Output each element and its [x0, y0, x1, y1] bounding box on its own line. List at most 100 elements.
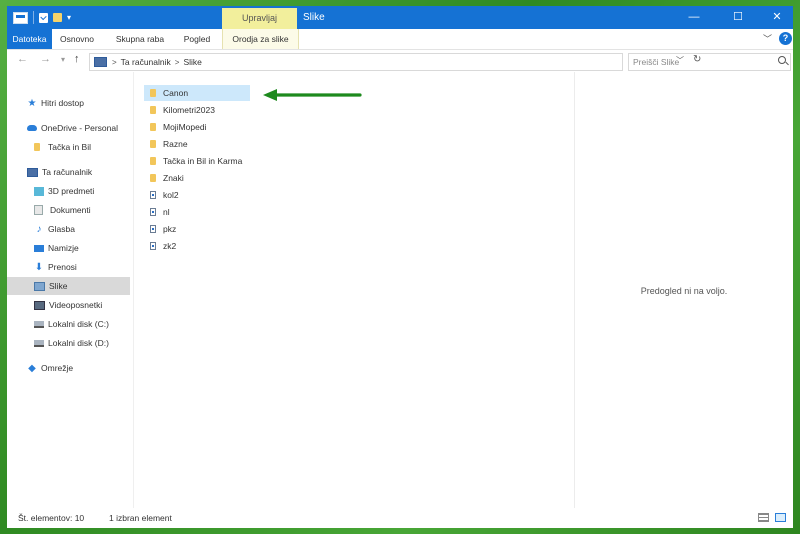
maximize-button[interactable]: ☐: [719, 6, 757, 29]
list-item-folder[interactable]: Znaki: [144, 170, 250, 186]
list-item-folder[interactable]: Tačka in Bil in Karma: [144, 153, 250, 169]
properties-check-icon[interactable]: [39, 12, 48, 23]
item-count: Št. elementov: 10: [18, 513, 85, 523]
recent-locations-chevron-icon[interactable]: ▾: [61, 55, 65, 64]
large-icons-view-icon[interactable]: [775, 513, 786, 522]
list-item-file[interactable]: zk2: [144, 238, 250, 254]
back-arrow-icon[interactable]: ←: [17, 53, 28, 65]
customize-toolbar-chevron-icon[interactable]: ▾: [67, 13, 71, 22]
explorer-app-icon[interactable]: [13, 11, 28, 24]
sidebar-item-desktop[interactable]: Namizje: [7, 239, 130, 257]
manage-context-tab[interactable]: Upravljaj: [222, 8, 297, 29]
sidebar-item-music[interactable]: ♪ Glasba: [7, 220, 130, 238]
list-item-file[interactable]: kol2: [144, 187, 250, 203]
sidebar-item-videos[interactable]: Videoposnetki: [7, 296, 130, 314]
selection-count: 1 izbran element: [109, 513, 172, 523]
folder-icon: [34, 143, 40, 151]
window-title: Slike: [303, 12, 325, 23]
sidebar-item-label: Videoposnetki: [49, 300, 103, 310]
sidebar-item-label: Tačka in Bil: [48, 142, 91, 152]
item-name: zk2: [163, 241, 177, 251]
list-item-folder-canon[interactable]: Canon: [144, 85, 250, 101]
sidebar-item-3d-objects[interactable]: 3D predmeti: [7, 182, 130, 200]
file-icon: [150, 242, 156, 250]
folder-icon: [150, 157, 156, 165]
item-name: nl: [163, 207, 170, 217]
folder-icon: [150, 174, 156, 182]
item-name: Znaki: [163, 173, 184, 183]
sidebar-item-label: Glasba: [48, 224, 75, 234]
desktop-icon: [34, 244, 44, 252]
up-arrow-icon[interactable]: ↑: [74, 53, 80, 65]
pictures-icon: [34, 281, 45, 291]
sidebar-item-label: Prenosi: [48, 262, 77, 272]
preview-message: Predogled ni na voljo.: [640, 286, 728, 296]
tab-home[interactable]: Osnovno: [53, 29, 101, 49]
sidebar-item-onedrive[interactable]: OneDrive - Personal: [7, 119, 130, 137]
help-icon[interactable]: ?: [779, 32, 792, 45]
sidebar-item-local-disk-c[interactable]: Lokalni disk (C:): [7, 315, 130, 333]
status-bar: Št. elementov: 10 1 izbran element: [7, 508, 793, 528]
expand-ribbon-chevron-icon[interactable]: ﹀: [763, 32, 772, 45]
green-arrow-annotation-icon: [263, 89, 362, 101]
tab-view[interactable]: Pogled: [173, 29, 221, 49]
list-item-folder[interactable]: Razne: [144, 136, 250, 152]
forward-arrow-icon[interactable]: →: [40, 53, 51, 65]
sidebar-item-label: 3D predmeti: [48, 186, 95, 196]
item-name: Razne: [163, 139, 188, 149]
file-icon: [150, 225, 156, 233]
sidebar-item-documents[interactable]: Dokumenti: [7, 201, 130, 219]
tab-file[interactable]: Datoteka: [7, 29, 52, 49]
item-name: Kilometri2023: [163, 105, 215, 115]
videos-icon: [34, 300, 45, 310]
breadcrumb-separator[interactable]: >: [112, 58, 117, 67]
music-icon: ♪: [36, 223, 42, 235]
minimize-button[interactable]: —: [675, 6, 713, 29]
breadcrumb-this-pc[interactable]: Ta računalnik: [121, 57, 171, 67]
list-item-folder[interactable]: MojiMopedi: [144, 119, 250, 135]
close-button[interactable]: ✕: [758, 6, 793, 29]
sidebar-item-label: Lokalni disk (D:): [48, 338, 109, 348]
item-name: kol2: [163, 190, 179, 200]
computer-icon: [27, 167, 38, 177]
network-icon: ◆: [28, 362, 36, 374]
sidebar-item-quick-access[interactable]: ★ Hitri dostop: [7, 94, 130, 112]
sidebar-item-pictures[interactable]: Slike: [7, 277, 130, 295]
search-placeholder[interactable]: Preišči Slike: [633, 54, 679, 70]
search-box[interactable]: Preišči Slike: [628, 53, 791, 71]
list-item-file[interactable]: nl: [144, 204, 250, 220]
item-name: Canon: [163, 88, 189, 98]
address-bar[interactable]: > Ta računalnik > Slike ﹀ ↻: [89, 53, 701, 71]
disk-icon: [34, 320, 44, 328]
file-icon: [150, 208, 156, 216]
breadcrumb-separator[interactable]: >: [175, 58, 180, 67]
sidebar-item-network[interactable]: ◆ Omrežje: [7, 359, 130, 377]
sidebar-item-label: Hitri dostop: [41, 98, 84, 108]
sidebar-item-tacka-in-bil[interactable]: Tačka in Bil: [7, 138, 130, 156]
sidebar-item-label: OneDrive - Personal: [41, 123, 119, 133]
search-icon[interactable]: [778, 56, 786, 64]
sidebar-item-local-disk-d[interactable]: Lokalni disk (D:): [7, 334, 130, 352]
sidebar-item-downloads[interactable]: ⬇ Prenosi: [7, 258, 130, 276]
list-item-folder[interactable]: Kilometri2023: [144, 102, 250, 118]
sidebar-item-label: Lokalni disk (C:): [48, 319, 109, 329]
preview-pane: Predogled ni na voljo.: [575, 72, 793, 508]
quick-access-toolbar: ▾: [7, 6, 71, 29]
file-icon: [150, 191, 156, 199]
list-item-file[interactable]: pkz: [144, 221, 250, 237]
folder-icon: [150, 140, 156, 148]
file-explorer-window: ▾ Upravljaj Slike — ☐ ✕ Datoteka Osnovno…: [7, 6, 793, 528]
item-name: Tačka in Bil in Karma: [163, 156, 243, 166]
folder-icon: [150, 106, 156, 114]
tab-share[interactable]: Skupna raba: [107, 29, 173, 49]
title-bar: ▾ Upravljaj Slike — ☐ ✕: [7, 6, 793, 29]
tab-picture-tools[interactable]: Orodja za slike: [222, 29, 299, 49]
sidebar-item-label: Slike: [49, 281, 68, 291]
details-view-icon[interactable]: [758, 513, 769, 522]
downloads-icon: ⬇: [34, 261, 44, 273]
sidebar-item-label: Omrežje: [41, 363, 74, 373]
breadcrumb-pictures[interactable]: Slike: [183, 57, 201, 67]
sidebar-item-this-pc[interactable]: Ta računalnik: [7, 163, 130, 181]
pane-divider[interactable]: [133, 72, 134, 508]
new-folder-icon[interactable]: [53, 13, 62, 22]
